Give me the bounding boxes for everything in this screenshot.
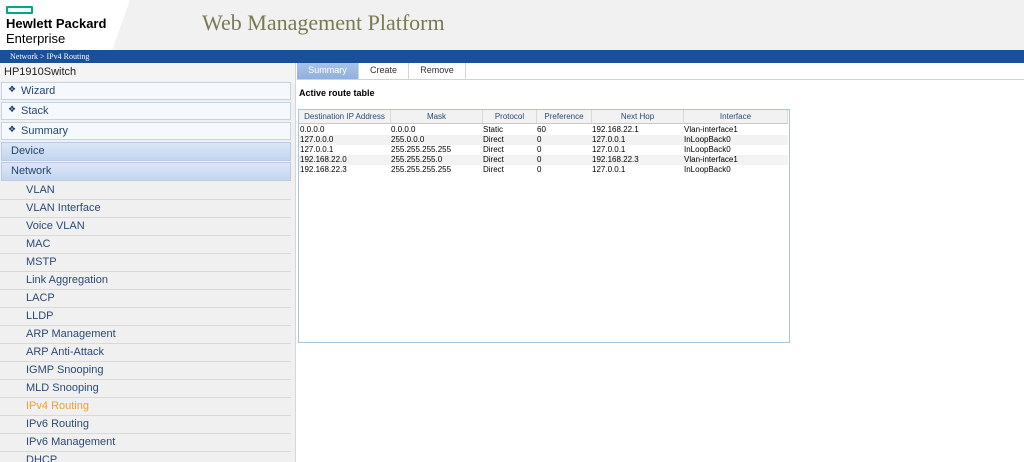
sidebar-item-lldp[interactable]: LLDP (0, 308, 291, 326)
sidebar-item-igmp-snooping[interactable]: IGMP Snooping (0, 362, 291, 380)
hpe-logo: Hewlett Packard Enterprise (0, 0, 130, 50)
cell-next-hop: 127.0.0.1 (592, 145, 626, 154)
sidebar-item-mld-snooping[interactable]: MLD Snooping (0, 380, 291, 398)
cell-mask: 0.0.0.0 (391, 125, 416, 134)
sidebar-item-ipv6-routing[interactable]: IPv6 Routing (0, 416, 291, 434)
cell-destination: 192.168.22.0 (300, 155, 347, 164)
sidebar-section-network[interactable]: Network (1, 162, 291, 181)
cell-protocol: Static (483, 125, 504, 134)
cell-interface: InLoopBack0 (684, 145, 731, 154)
header: Hewlett Packard Enterprise Web Managemen… (0, 0, 1024, 50)
main-content: Summary Create Remove Active route table… (297, 63, 1024, 462)
sidebar-item-arp-anti-attack[interactable]: ARP Anti-Attack (0, 344, 291, 362)
cell-preference: 60 (537, 125, 546, 134)
table-row: 127.0.0.0 255.0.0.0 Direct 0 127.0.0.1 I… (299, 135, 788, 145)
cell-destination: 127.0.0.0 (300, 135, 334, 144)
tab-remove[interactable]: Remove (409, 63, 466, 79)
sidebar-group-summary[interactable]: ❖ Summary (1, 122, 291, 140)
sidebar-item-vlan-interface[interactable]: VLAN Interface (0, 200, 291, 218)
sidebar-item-mac[interactable]: MAC (0, 236, 291, 254)
tab-bar: Summary Create Remove (297, 63, 1024, 80)
column-header[interactable]: Preference (537, 110, 592, 123)
cell-preference: 0 (537, 155, 542, 164)
column-header[interactable]: Interface (684, 110, 788, 123)
cell-next-hop: 192.168.22.1 (592, 125, 639, 134)
sidebar-item-dhcp[interactable]: DHCP (0, 452, 291, 462)
cell-mask: 255.255.255.255 (391, 145, 452, 154)
column-header[interactable]: Next Hop (592, 110, 684, 123)
logo-line1: Hewlett Packard (6, 16, 107, 31)
sidebar-section-device[interactable]: Device (1, 142, 291, 161)
logo-line2: Enterprise (6, 31, 66, 46)
cell-protocol: Direct (483, 155, 504, 164)
cell-destination: 127.0.0.1 (300, 145, 334, 154)
sidebar-group-wizard[interactable]: ❖ Wizard (1, 82, 291, 100)
sidebar-item-lacp[interactable]: LACP (0, 290, 291, 308)
section-title: Active route table (299, 88, 375, 98)
cell-protocol: Direct (483, 135, 504, 144)
diamond-icon: ❖ (8, 104, 17, 114)
cell-destination: 192.168.22.3 (300, 165, 347, 174)
sidebar: HP1910Switch ❖ Wizard ❖ Stack ❖ Summary Dev… (0, 63, 296, 462)
hpe-element-icon (6, 6, 33, 14)
cell-preference: 0 (537, 145, 542, 154)
cell-interface: Vlan-interface1 (684, 155, 738, 164)
device-name[interactable]: HP1910Switch (0, 63, 295, 81)
cell-destination: 0.0.0.0 (300, 125, 325, 134)
cell-next-hop: 127.0.0.1 (592, 135, 626, 144)
cell-interface: Vlan-interface1 (684, 125, 738, 134)
cell-preference: 0 (537, 165, 542, 174)
cell-protocol: Direct (483, 165, 504, 174)
sidebar-item-ipv4-routing[interactable]: IPv4 Routing (0, 398, 291, 416)
cell-mask: 255.255.255.255 (391, 165, 452, 174)
sidebar-item-voice-vlan[interactable]: Voice VLAN (0, 218, 291, 236)
table-row: 127.0.0.1 255.255.255.255 Direct 0 127.0… (299, 145, 788, 155)
cell-mask: 255.0.0.0 (391, 135, 425, 144)
column-header[interactable]: Destination IP Address (299, 110, 391, 123)
app-title: Web Management Platform (202, 10, 445, 35)
cell-interface: InLoopBack0 (684, 165, 731, 174)
tab-summary[interactable]: Summary (297, 63, 359, 79)
column-header[interactable]: Mask (391, 110, 483, 123)
cell-protocol: Direct (483, 145, 504, 154)
diamond-icon: ❖ (8, 84, 17, 94)
sidebar-item-link-aggregation[interactable]: Link Aggregation (0, 272, 291, 290)
column-header[interactable]: Protocol (483, 110, 537, 123)
table-header: Destination IP Address Mask Protocol Pre… (299, 110, 788, 124)
route-table: Destination IP Address Mask Protocol Pre… (298, 109, 790, 343)
sidebar-item-arp-management[interactable]: ARP Management (0, 326, 291, 344)
cell-next-hop: 127.0.0.1 (592, 165, 626, 174)
diamond-icon: ❖ (8, 124, 17, 134)
table-row: 192.168.22.3 255.255.255.255 Direct 0 12… (299, 165, 788, 175)
tab-create[interactable]: Create (359, 63, 409, 79)
sidebar-item-vlan[interactable]: VLAN (0, 182, 291, 200)
table-row: 192.168.22.0 255.255.255.0 Direct 0 192.… (299, 155, 788, 165)
sidebar-item-ipv6-management[interactable]: IPv6 Management (0, 434, 291, 452)
cell-interface: InLoopBack0 (684, 135, 731, 144)
sidebar-group-stack[interactable]: ❖ Stack (1, 102, 291, 120)
cell-next-hop: 192.168.22.3 (592, 155, 639, 164)
table-row: 0.0.0.0 0.0.0.0 Static 60 192.168.22.1 V… (299, 125, 788, 135)
breadcrumb-bar: Network > IPv4 Routing (0, 50, 1024, 63)
sidebar-item-mstp[interactable]: MSTP (0, 254, 291, 272)
breadcrumb: Network > IPv4 Routing (10, 52, 90, 61)
cell-preference: 0 (537, 135, 542, 144)
cell-mask: 255.255.255.0 (391, 155, 443, 164)
